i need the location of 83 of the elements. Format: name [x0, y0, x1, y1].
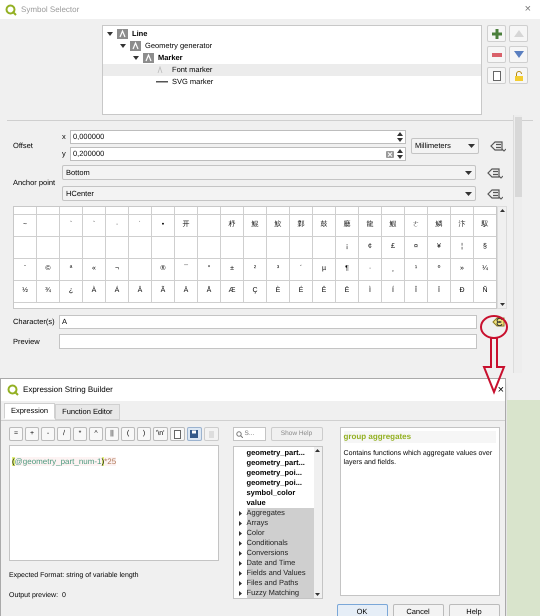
new-file-button[interactable]	[170, 427, 185, 441]
add-layer-button[interactable]	[487, 25, 506, 42]
document-icon	[174, 430, 181, 438]
help-title: group aggregates	[344, 431, 496, 443]
data-defined-icon[interactable]	[487, 186, 503, 200]
glyph-cell[interactable]	[290, 207, 313, 215]
expression-editor[interactable]: (@geometry_part_num-1)*25	[9, 445, 219, 561]
dropdown-caret-icon	[465, 170, 472, 174]
symbol-layer-icon	[143, 53, 154, 63]
glyph-cell[interactable]	[106, 207, 129, 215]
glyph-cell[interactable]	[198, 207, 221, 215]
glyph-cell[interactable]	[129, 259, 152, 281]
glyph-cell[interactable]	[267, 237, 290, 259]
glyph-cell[interactable]	[83, 207, 106, 215]
symbol-layer-icon	[130, 41, 141, 51]
glyph-cell[interactable]	[267, 207, 290, 215]
glyph-cell[interactable]	[313, 207, 336, 215]
glyph-cell[interactable]	[405, 207, 428, 215]
up-triangle-icon	[514, 30, 524, 37]
data-defined-icon[interactable]	[487, 166, 503, 180]
clear-icon[interactable]	[386, 150, 394, 158]
glyph-cell[interactable]	[152, 237, 175, 259]
expanded-arrow-icon[interactable]	[120, 43, 126, 49]
close-button[interactable]: ×	[520, 4, 535, 15]
scroll-up-icon[interactable]	[500, 209, 504, 212]
search-icon	[236, 430, 243, 438]
spin-arrows-icon[interactable]	[397, 132, 403, 142]
move-down-button[interactable]	[509, 46, 528, 63]
glyph-cell[interactable]	[37, 207, 60, 215]
scroll-down-icon[interactable]	[315, 593, 320, 596]
scroll-up-icon[interactable]	[315, 449, 320, 452]
glyph-cell[interactable]	[313, 237, 336, 259]
glyph-cell[interactable]	[221, 207, 244, 215]
annotation-circle	[480, 315, 508, 339]
glyph-cell[interactable]	[451, 207, 474, 215]
glyph-cell[interactable]	[290, 237, 313, 259]
app-logo-icon	[5, 4, 17, 16]
glyph-cell[interactable]	[428, 207, 451, 215]
data-defined-icon[interactable]	[490, 138, 506, 152]
document-icon	[492, 70, 501, 80]
duplicate-layer-button[interactable]	[487, 67, 506, 84]
glyph-cell[interactable]	[60, 237, 83, 259]
expression-text: (@geometry_part_num-1)*25	[12, 457, 116, 466]
glyph-cell[interactable]	[359, 207, 382, 215]
glyph-cell[interactable]	[382, 207, 405, 215]
glyph-cell[interactable]	[244, 237, 267, 259]
window-title: Symbol Selector	[21, 4, 80, 16]
expanded-arrow-icon[interactable]	[133, 55, 139, 61]
annotation-arrow	[482, 337, 506, 395]
app-logo-icon	[7, 384, 19, 396]
glyph-cell[interactable]	[336, 207, 359, 215]
plus-icon	[492, 28, 502, 38]
glyph-cell[interactable]	[198, 237, 221, 259]
glyph-cell[interactable]	[129, 237, 152, 259]
scroll-down-icon[interactable]	[500, 303, 504, 306]
glyph-cell[interactable]	[37, 215, 60, 237]
lock-icon	[514, 70, 524, 80]
glyph-cell[interactable]	[152, 207, 175, 215]
glyph-cell[interactable]	[175, 207, 198, 215]
symbol-layer-icon	[117, 29, 128, 39]
glyph-cell[interactable]	[221, 237, 244, 259]
glyph-cell[interactable]	[129, 207, 152, 215]
dialog-title: Expression String Builder	[23, 384, 113, 396]
expanded-arrow-icon[interactable]	[107, 31, 113, 37]
save-button[interactable]	[186, 427, 202, 441]
glyph-cell[interactable]	[14, 237, 37, 259]
glyph-cell[interactable]	[60, 207, 83, 215]
glyph-cell[interactable]	[14, 207, 37, 215]
dropdown-caret-icon	[465, 192, 472, 196]
glyph-cell[interactable]	[175, 237, 198, 259]
glyph-cell[interactable]	[37, 237, 60, 259]
minus-icon	[492, 52, 502, 56]
list-scrollbar[interactable]	[314, 447, 322, 598]
glyph-cell[interactable]	[244, 207, 267, 215]
line-icon	[156, 80, 168, 84]
remove-layer-button[interactable]	[487, 46, 506, 63]
spin-arrows-icon[interactable]	[397, 149, 403, 159]
glyph-cell[interactable]	[83, 237, 106, 259]
grid-scrollbar[interactable]	[497, 206, 507, 309]
glyph-cell[interactable]	[106, 237, 129, 259]
dropdown-caret-icon	[468, 144, 475, 148]
down-triangle-icon	[514, 51, 524, 58]
glyph-cell[interactable]	[198, 215, 221, 237]
